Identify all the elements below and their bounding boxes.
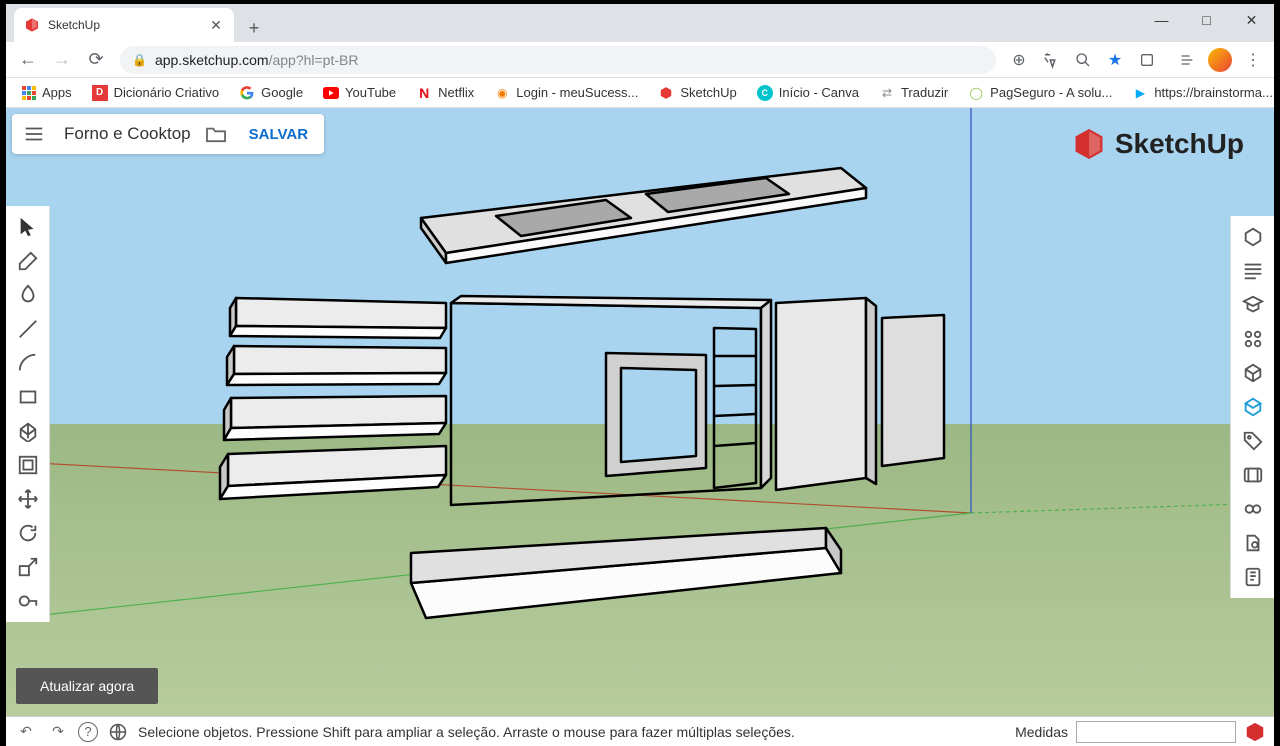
paint-tool[interactable] [6, 278, 50, 312]
status-message: Selecione objetos. Pressione Shift para … [138, 724, 1007, 740]
help-button[interactable]: ? [78, 722, 98, 742]
select-tool[interactable] [6, 210, 50, 244]
google-icon [239, 85, 255, 101]
measurements-label: Medidas [1015, 724, 1068, 740]
bookmark-item[interactable]: DDicionário Criativo [84, 81, 227, 105]
bookmark-item[interactable]: NNetflix [408, 81, 482, 105]
bookmark-item[interactable]: SketchUp [650, 81, 744, 105]
styles-panel[interactable] [1231, 390, 1275, 424]
reload-button[interactable]: ⟳ [80, 44, 112, 76]
save-button[interactable]: SALVAR [233, 126, 324, 143]
window-maximize-button[interactable]: □ [1184, 4, 1229, 36]
menu-button[interactable] [12, 123, 56, 145]
address-bar: ← → ⟳ 🔒 app.sketchup.com/app?hl=pt-BR ⊕ … [6, 42, 1274, 78]
tags-panel[interactable] [1231, 424, 1275, 458]
display-panel[interactable] [1231, 492, 1275, 526]
chrome-menu-icon[interactable]: ⋮ [1238, 45, 1268, 75]
update-now-button[interactable]: Atualizar agora [16, 668, 158, 704]
scenes-panel[interactable] [1231, 458, 1275, 492]
bookmark-item[interactable]: ◯PagSeguro - A solu... [960, 81, 1120, 105]
pagseguro-icon: ◯ [968, 85, 984, 101]
tab-close-icon[interactable]: ✕ [208, 17, 224, 33]
globe-icon: ◉ [494, 85, 510, 101]
document-bar: Forno e Cooktop SALVAR [12, 114, 324, 154]
new-tab-button[interactable]: + [240, 14, 268, 42]
canva-icon: C [757, 85, 773, 101]
softening-panel[interactable] [1231, 526, 1275, 560]
dictionary-icon: D [92, 85, 108, 101]
sketchup-favicon-icon [24, 17, 40, 33]
scale-tool[interactable] [6, 550, 50, 584]
browser-tab[interactable]: SketchUp ✕ [14, 8, 234, 42]
left-toolbar [6, 206, 50, 622]
profile-avatar[interactable] [1208, 48, 1232, 72]
line-tool[interactable] [6, 312, 50, 346]
bookmark-item[interactable]: ◉Login - meuSucess... [486, 81, 646, 105]
lock-icon: 🔒 [132, 53, 147, 67]
sketchup-logo-icon [1071, 126, 1107, 162]
url-input[interactable]: 🔒 app.sketchup.com/app?hl=pt-BR [120, 46, 996, 74]
pushpull-tool[interactable] [6, 414, 50, 448]
move-tool[interactable] [6, 482, 50, 516]
sketchup-logo: SketchUp [1071, 126, 1244, 162]
bookmark-item[interactable]: ⇄Traduzir [871, 81, 956, 105]
measurements-input[interactable] [1076, 721, 1236, 743]
window-minimize-button[interactable]: ― [1139, 4, 1184, 36]
bookmark-apps[interactable]: Apps [14, 81, 80, 104]
translate-icon[interactable] [1036, 45, 1066, 75]
bookmark-item[interactable]: YouTube [315, 81, 404, 105]
sketchup-corner-icon[interactable] [1244, 721, 1266, 743]
zoom-icon[interactable] [1068, 45, 1098, 75]
translate-bookmark-icon: ⇄ [879, 85, 895, 101]
bookmark-label: Apps [42, 85, 72, 100]
undo-button[interactable]: ↶ [14, 720, 38, 744]
url-host: app.sketchup.com [155, 52, 269, 68]
reading-list-icon[interactable] [1132, 45, 1162, 75]
language-button[interactable] [106, 720, 130, 744]
logo-text: SketchUp [1115, 128, 1244, 160]
entity-info-panel[interactable] [1231, 220, 1275, 254]
bookmark-item[interactable]: ▶https://brainstorma... [1124, 81, 1280, 105]
apps-grid-icon [22, 86, 36, 100]
instructor-panel[interactable] [1231, 288, 1275, 322]
browser-tab-strip: SketchUp ✕ + ― □ ✕ [6, 4, 1274, 42]
right-toolbar [1230, 216, 1274, 598]
youtube-icon [323, 85, 339, 101]
sketchup-app: Forno e Cooktop SALVAR SketchUp [6, 108, 1274, 716]
document-title: Forno e Cooktop [56, 124, 199, 144]
model-info-panel[interactable] [1231, 560, 1275, 594]
play-icon: ▶ [1132, 85, 1148, 101]
forward-button[interactable]: → [46, 44, 78, 76]
back-button[interactable]: ← [12, 44, 44, 76]
outliner-panel[interactable] [1231, 254, 1275, 288]
url-path: /app?hl=pt-BR [269, 52, 359, 68]
redo-button[interactable]: ↷ [46, 720, 70, 744]
arc-tool[interactable] [6, 346, 50, 380]
folder-icon[interactable] [199, 125, 233, 143]
extensions-icon[interactable] [1172, 45, 1202, 75]
tab-title: SketchUp [48, 18, 200, 32]
rectangle-tool[interactable] [6, 380, 50, 414]
window-close-button[interactable]: ✕ [1229, 4, 1274, 36]
rotate-tool[interactable] [6, 516, 50, 550]
bookmark-star-icon[interactable]: ★ [1100, 45, 1130, 75]
model-geometry [6, 108, 1274, 716]
offset-tool[interactable] [6, 448, 50, 482]
status-bar: ↶ ↷ ? Selecione objetos. Pressione Shift… [6, 716, 1274, 746]
eraser-tool[interactable] [6, 244, 50, 278]
netflix-icon: N [416, 85, 432, 101]
install-app-icon[interactable]: ⊕ [1004, 45, 1034, 75]
tape-tool[interactable] [6, 584, 50, 618]
materials-panel[interactable] [1231, 356, 1275, 390]
bookmark-item[interactable]: CInício - Canva [749, 81, 867, 105]
sketchup-icon [658, 85, 674, 101]
bookmarks-bar: Apps DDicionário Criativo Google YouTube… [6, 78, 1274, 108]
components-panel[interactable] [1231, 322, 1275, 356]
bookmark-item[interactable]: Google [231, 81, 311, 105]
